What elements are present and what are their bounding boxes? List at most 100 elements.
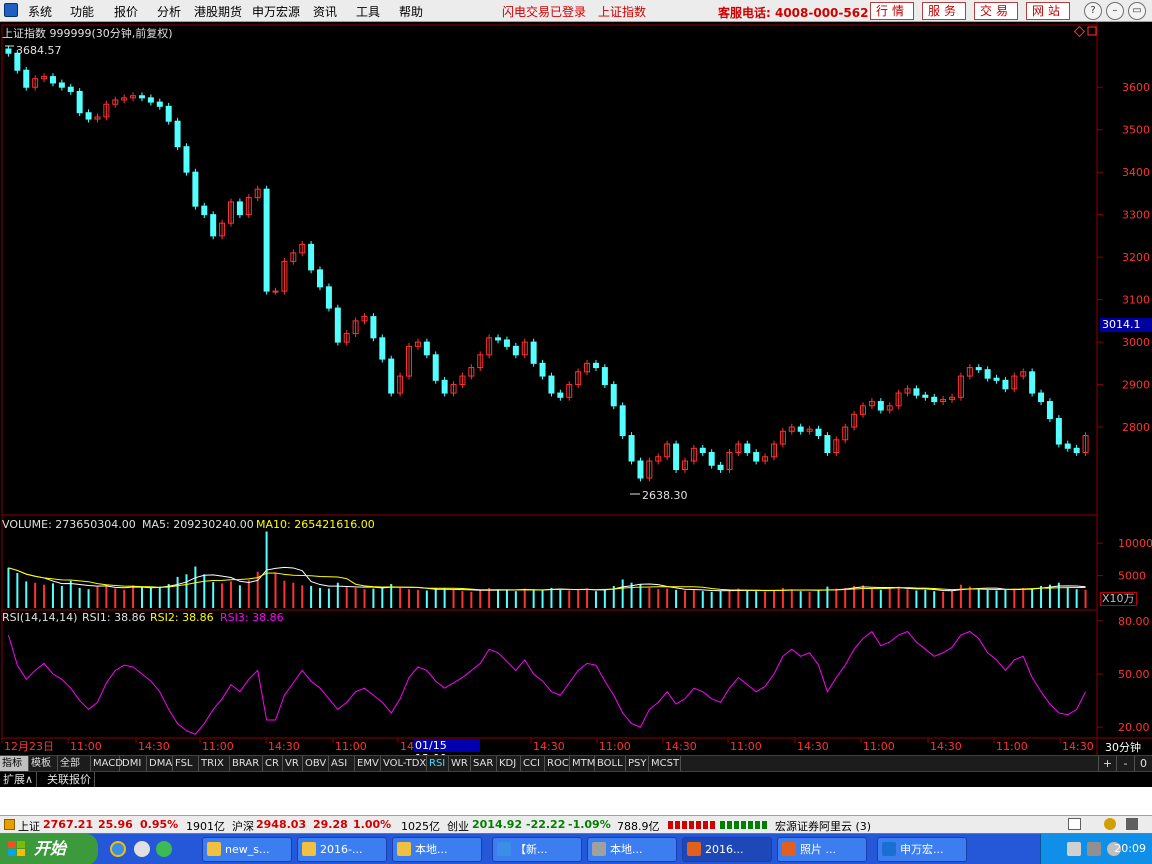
volume-icon[interactable]: [1087, 842, 1101, 856]
indicator-tab-cci[interactable]: CCI: [521, 756, 545, 771]
candle-body: [619, 405, 626, 437]
menu-system[interactable]: 系统: [28, 3, 52, 20]
taskbar-item[interactable]: 本地...: [587, 837, 677, 862]
menu-news[interactable]: 资讯: [313, 3, 337, 20]
market-breadth-red-icon: [668, 821, 716, 829]
indicator-tab-mcst[interactable]: MCST: [649, 756, 681, 771]
taskbar-item[interactable]: new_s...: [202, 837, 292, 862]
candle-body: [138, 95, 145, 99]
diamond-icon: [1073, 25, 1086, 38]
ie-icon[interactable]: [110, 841, 126, 857]
hs-name[interactable]: 沪深: [232, 818, 254, 834]
indicator-tab-sar[interactable]: SAR: [471, 756, 497, 771]
help-icon[interactable]: ?: [1084, 2, 1102, 20]
time-tick-label: 11:00: [996, 740, 1028, 753]
indicator-tab-kdj[interactable]: KDJ: [497, 756, 521, 771]
login-status[interactable]: 闪电交易已登录: [502, 3, 586, 20]
app-icon: [397, 842, 411, 856]
network-icon[interactable]: [1067, 842, 1081, 856]
candle-body: [1055, 418, 1062, 445]
menu-help[interactable]: 帮助: [399, 3, 423, 20]
indicator-tab-vol-tdx[interactable]: VOL-TDX: [381, 756, 427, 771]
candle-body: [432, 354, 439, 381]
start-button[interactable]: 开始: [0, 834, 98, 864]
app-icon: [497, 842, 511, 856]
menu-quote[interactable]: 报价: [114, 3, 138, 20]
indicator-tab-vr[interactable]: VR: [283, 756, 303, 771]
candle-body: [379, 337, 386, 360]
taskbar-item-label: 申万宏...: [900, 843, 944, 856]
indicator-tab-emv[interactable]: EMV: [355, 756, 381, 771]
signal-icon[interactable]: [1104, 818, 1116, 830]
chrome-icon[interactable]: [156, 841, 172, 857]
zoom-in-button[interactable]: +: [1098, 756, 1116, 771]
candle-body: [975, 367, 982, 371]
indicator-tab-mtm[interactable]: MTM: [570, 756, 595, 771]
taskbar: 开始 new_s... 2016-... 本地... 【新... 本地... 2016..…: [0, 833, 1152, 864]
taskbar-item[interactable]: 照片 ...: [777, 837, 867, 862]
menu-function[interactable]: 功能: [70, 3, 94, 20]
period-label[interactable]: 30分钟: [1105, 739, 1141, 755]
zoom-out-button[interactable]: -: [1116, 756, 1134, 771]
restore-icon[interactable]: ▭: [1128, 2, 1146, 20]
menu-swhy[interactable]: 申万宏源: [252, 3, 300, 20]
time-tick-label: 14:30: [797, 740, 829, 753]
index-status[interactable]: 上证指数: [598, 3, 646, 20]
indicator-tab-psy[interactable]: PSY: [626, 756, 649, 771]
indicator-tab-dma[interactable]: DMA: [147, 756, 173, 771]
market-button[interactable]: 行情: [870, 2, 914, 20]
candle-body: [717, 464, 724, 471]
indicator-tab-obv[interactable]: OBV: [303, 756, 329, 771]
chart-area[interactable]: 3600 3500 3400 3300 3200 3100 3000 2900 2800 1000…: [0, 22, 1152, 765]
lock-icon[interactable]: [1126, 818, 1138, 830]
taskbar-item[interactable]: 申万宏...: [877, 837, 967, 862]
candle-body: [557, 392, 564, 398]
candle-body: [699, 447, 706, 454]
indicator-tab-boll[interactable]: BOLL: [595, 756, 626, 771]
minimize-icon[interactable]: –: [1106, 2, 1124, 20]
indicator-tab--[interactable]: 模板: [29, 756, 58, 771]
blank-panel: [0, 787, 1152, 815]
indicator-tab-trix[interactable]: TRIX: [199, 756, 230, 771]
price-tick-label: 3300: [1122, 209, 1150, 222]
website-button[interactable]: 网站: [1026, 2, 1070, 20]
taskbar-item-label: 本地...: [415, 843, 448, 856]
indicator-tab-dmi[interactable]: DMI: [120, 756, 147, 771]
indicator-tab-wr[interactable]: WR: [449, 756, 471, 771]
taskbar-item-label: 照片 ...: [800, 843, 836, 856]
kline-chart[interactable]: 3600 3500 3400 3300 3200 3100 3000 2900 2800 1000…: [0, 22, 1152, 755]
candle-body: [1064, 443, 1071, 449]
expand-tab[interactable]: 扩展∧: [0, 772, 38, 787]
candle-body: [156, 101, 163, 107]
indicator-tab--[interactable]: 指标: [0, 756, 29, 771]
explorer-icon[interactable]: [134, 841, 150, 857]
reset-button[interactable]: 0: [1134, 756, 1152, 771]
menu-tools[interactable]: 工具: [356, 3, 380, 20]
server-name[interactable]: 宏源证券阿里云 (3): [775, 818, 871, 834]
app-logo-icon: [4, 3, 18, 17]
related-quote-tab[interactable]: 关联报价: [44, 772, 95, 787]
taskbar-item[interactable]: 2016...: [682, 837, 772, 862]
time-tick-label: 11:00: [863, 740, 895, 753]
taskbar-item[interactable]: 2016-...: [297, 837, 387, 862]
clock[interactable]: 20:09: [1114, 842, 1146, 855]
indicator-tab-asi[interactable]: ASI: [329, 756, 355, 771]
window-icon[interactable]: [1068, 818, 1081, 830]
menu-hk-futures[interactable]: 港股期货: [194, 3, 242, 20]
trade-button[interactable]: 交易: [974, 2, 1018, 20]
sh-name[interactable]: 上证: [18, 818, 40, 834]
candle-body: [147, 97, 154, 103]
menu-analysis[interactable]: 分析: [157, 3, 181, 20]
time-tick-label: 14:30: [1062, 740, 1094, 753]
taskbar-item[interactable]: 本地...: [392, 837, 482, 862]
indicator-tab-roc[interactable]: ROC: [545, 756, 570, 771]
indicator-tab-cr[interactable]: CR: [263, 756, 283, 771]
indicator-tab--[interactable]: 全部: [58, 756, 91, 771]
indicator-tab-rsi[interactable]: RSI: [427, 756, 449, 771]
indicator-tab-macd[interactable]: MACD: [91, 756, 123, 771]
taskbar-item[interactable]: 【新...: [492, 837, 582, 862]
cy-name[interactable]: 创业: [447, 818, 469, 834]
indicator-tab-fsl[interactable]: FSL: [173, 756, 199, 771]
indicator-tab-brar[interactable]: BRAR: [230, 756, 263, 771]
service-button[interactable]: 服务: [922, 2, 966, 20]
